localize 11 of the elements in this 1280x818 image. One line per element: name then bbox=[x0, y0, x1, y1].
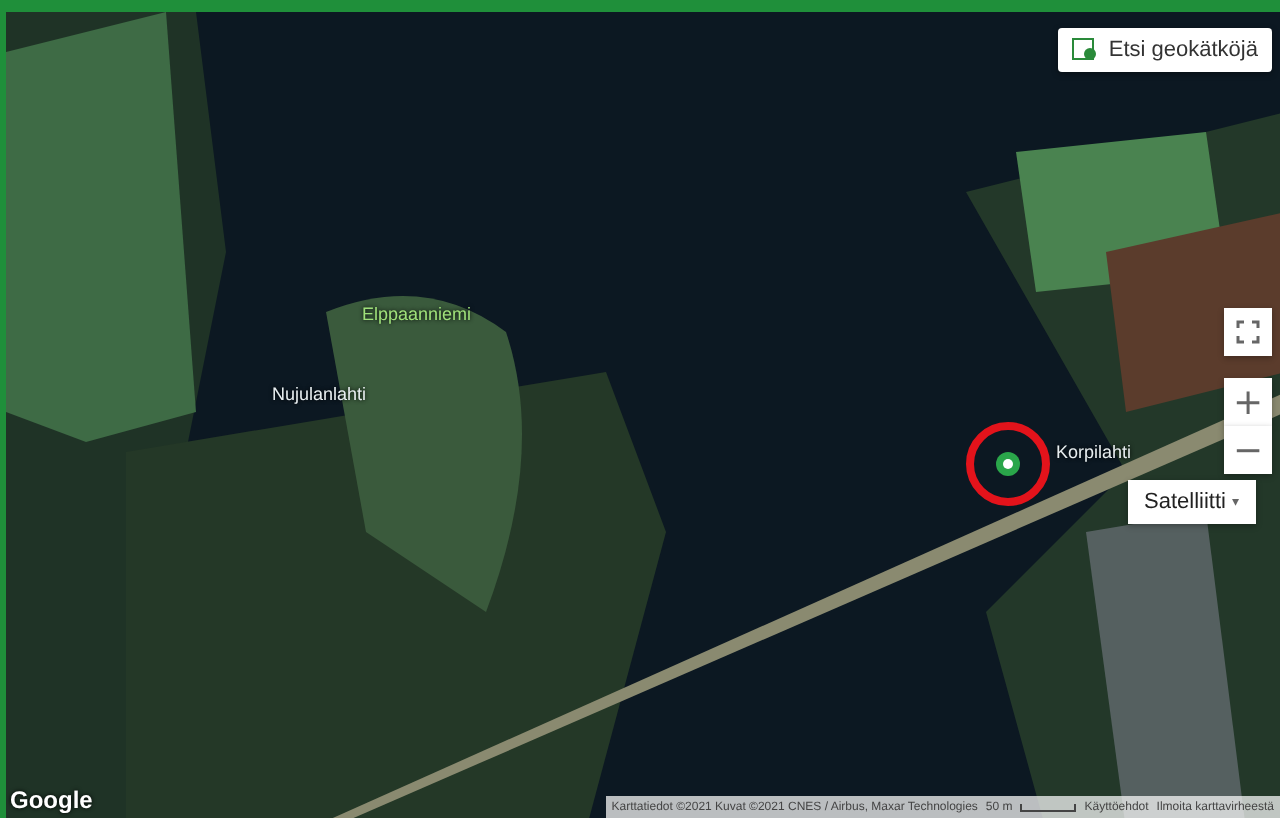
place-label: Korpilahti bbox=[1056, 442, 1132, 462]
zoom-in-button[interactable]: + bbox=[1224, 378, 1272, 426]
zoom-out-button[interactable]: − bbox=[1224, 426, 1272, 474]
fullscreen-icon bbox=[1236, 320, 1260, 344]
fullscreen-button[interactable] bbox=[1224, 308, 1272, 356]
place-label: Elppaanniemi bbox=[362, 304, 472, 324]
google-logo: Google bbox=[10, 786, 93, 814]
geocache-marker-icon[interactable] bbox=[996, 452, 1020, 476]
scale-bar bbox=[1020, 803, 1077, 811]
place-label: Nujulanlahti bbox=[272, 384, 367, 404]
search-geocaches-button[interactable]: Etsi geokätköjä bbox=[1058, 28, 1272, 72]
